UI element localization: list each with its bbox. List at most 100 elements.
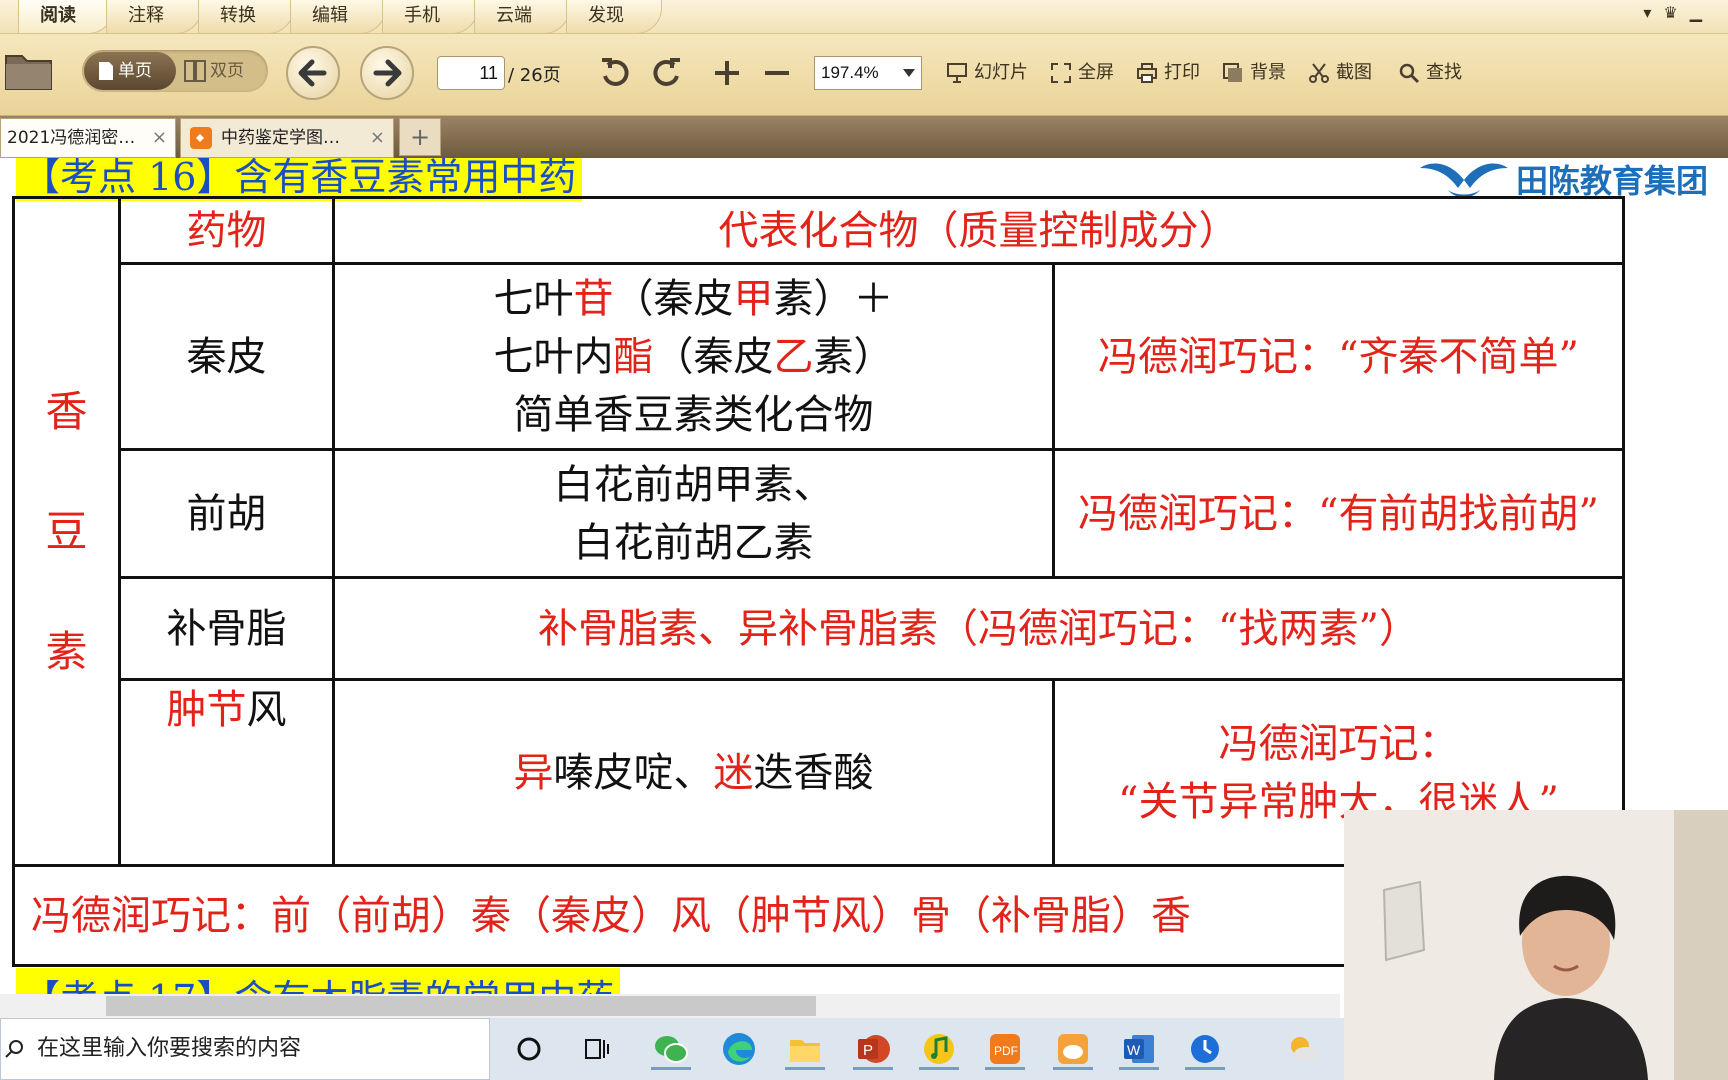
compound-cell: 补骨脂素、异补骨脂素（冯德润巧记：“找两素”） [332,576,1625,681]
scissors-icon [1309,63,1329,83]
compound-column-header: 代表化合物（质量控制成分） [332,196,1625,265]
minimize-icon[interactable]: ▁ [1690,3,1714,22]
menu-tab-edit[interactable]: 编辑 [290,0,386,34]
zoom-in-button[interactable] [710,56,744,90]
clock-app-icon[interactable] [1184,1028,1226,1070]
double-page-icon [184,60,206,82]
plus-icon [715,61,739,85]
compound-cell: 白花前胡甲素、 白花前胡乙素 [332,448,1055,579]
page-icon [99,62,113,80]
close-icon[interactable]: × [152,119,167,157]
compound-fragment: （秦皮 [653,333,774,380]
compound-cell: 七叶苷（秦皮甲素）＋ 七叶内酯（秦皮乙素） 简单香豆素类化合物 [332,262,1055,451]
skin-icon[interactable]: ♛ [1663,3,1689,22]
edge-icon[interactable] [718,1028,760,1070]
document-tab-label: 中药鉴定学图… [221,128,340,148]
close-icon[interactable]: × [370,119,385,157]
category-label-cell: 香 豆 素 [12,196,121,867]
print-label: 打印 [1164,62,1200,83]
background-button[interactable]: 背景 [1222,58,1286,88]
menu-tab-discover[interactable]: 发现 [566,0,662,34]
webcam-video-overlay [1344,810,1728,1080]
document-tab-label: 2021冯德润密… [7,128,136,148]
toolbar: 单页 双页 11 / 26页 197.4% 幻灯片 全屏 打印 背景 截图 查找 [0,34,1728,116]
menu-tab-cloud[interactable]: 云端 [474,0,570,34]
find-button[interactable]: 查找 [1398,58,1462,88]
page-total-label: / 26页 [508,65,561,86]
mnemonic-cell: 冯德润巧记：“齐秦不简单” [1052,262,1625,451]
compound-fragment-highlight: 苷 [573,275,614,322]
screenshot-button[interactable]: 截图 [1308,58,1372,88]
new-tab-button[interactable]: + [399,118,441,156]
menu-bar: 阅读 注释 转换 编辑 手机 云端 发现 ▾♛▁ [0,0,1728,34]
open-folder-button[interactable] [4,48,54,92]
pdf-reader-icon[interactable]: PDF [984,1028,1026,1070]
menu-tab-convert[interactable]: 转换 [198,0,294,34]
page-number-input[interactable]: 11 [437,56,505,90]
drug-name: 秦皮 [118,262,335,451]
zoom-out-button[interactable] [760,56,794,90]
slideshow-button[interactable]: 幻灯片 [946,58,1028,88]
chevron-down-icon [903,69,915,77]
scrollbar-thumb[interactable] [106,996,816,1016]
compound-fragment: （秦皮 [613,275,734,322]
drug-column-header: 药物 [118,196,335,265]
compound-line: 七叶苷（秦皮甲素）＋ [335,270,1052,328]
table-row: 秦皮 七叶苷（秦皮甲素）＋ 七叶内酯（秦皮乙素） 简单香豆素类化合物 冯德润巧记… [14,262,1625,451]
single-page-button[interactable]: 单页 [84,52,176,90]
svg-text:PDF: PDF [994,1044,1018,1058]
fullscreen-icon [1051,63,1071,83]
printer-icon [1137,63,1157,83]
document-tab-1[interactable]: 2021冯德润密… × [0,118,176,158]
dropdown-icon[interactable]: ▾ [1643,3,1663,22]
wechat-icon[interactable] [650,1028,692,1070]
compound-fragment: 七叶 [493,275,574,322]
file-explorer-icon[interactable] [784,1028,826,1070]
compound-fragment: 嗪皮啶、 [553,749,714,796]
compound-line: 白花前胡甲素、 [553,461,834,508]
menu-tab-read[interactable]: 阅读 [18,0,114,34]
find-label: 查找 [1426,62,1462,83]
taskbar-search-input[interactable]: 在这里输入你要搜索的内容 [0,1018,490,1080]
minus-icon [765,71,789,75]
word-icon[interactable]: W [1118,1028,1160,1070]
compound-fragment-highlight: 乙 [773,333,814,380]
compound-fragment-highlight: 酯 [613,333,654,380]
fullscreen-button[interactable]: 全屏 [1050,58,1114,88]
double-page-button[interactable]: 双页 [178,52,266,90]
rotate-left-icon [602,58,629,86]
rotate-left-button[interactable] [598,56,632,90]
horizontal-scrollbar[interactable] [0,994,1340,1018]
game-icon[interactable] [1052,1028,1094,1070]
background-label: 背景 [1250,62,1286,83]
weather-icon[interactable] [1282,1028,1324,1070]
category-char: 素 [45,626,88,676]
document-tab-2[interactable]: 中药鉴定学图… × [180,118,394,158]
music-icon[interactable] [918,1028,960,1070]
cortana-icon[interactable] [508,1028,550,1070]
task-view-icon[interactable] [576,1028,618,1070]
zoom-select[interactable]: 197.4% [814,56,922,90]
compound-line: 白花前胡乙素 [573,519,814,566]
page-view-toggle: 单页 双页 [82,50,268,92]
svg-text:P: P [863,1042,873,1059]
rotate-right-button[interactable] [650,56,684,90]
compound-cell: 异嗪皮啶、迷迭香酸 [332,678,1055,867]
arrow-right-icon [373,59,402,87]
drug-name-highlight: 肿节 [166,687,247,733]
next-page-button[interactable] [360,46,414,100]
drug-name: 前胡 [118,448,335,579]
compound-line: 简单香豆素类化合物 [513,391,874,438]
category-char: 香 [45,386,88,436]
search-placeholder: 在这里输入你要搜索的内容 [37,1036,302,1061]
powerpoint-icon[interactable]: P [852,1028,894,1070]
compound-fragment: 素）＋ [773,275,894,322]
mnemonic-line: 冯德润巧记： [1218,720,1459,767]
folder-icon [5,55,52,90]
menu-tab-annotate[interactable]: 注释 [106,0,202,34]
print-button[interactable]: 打印 [1136,58,1200,88]
menu-tab-mobile[interactable]: 手机 [382,0,478,34]
previous-page-button[interactable] [286,46,340,100]
slideshow-icon [947,63,967,83]
compound-fragment: 素） [813,333,894,380]
